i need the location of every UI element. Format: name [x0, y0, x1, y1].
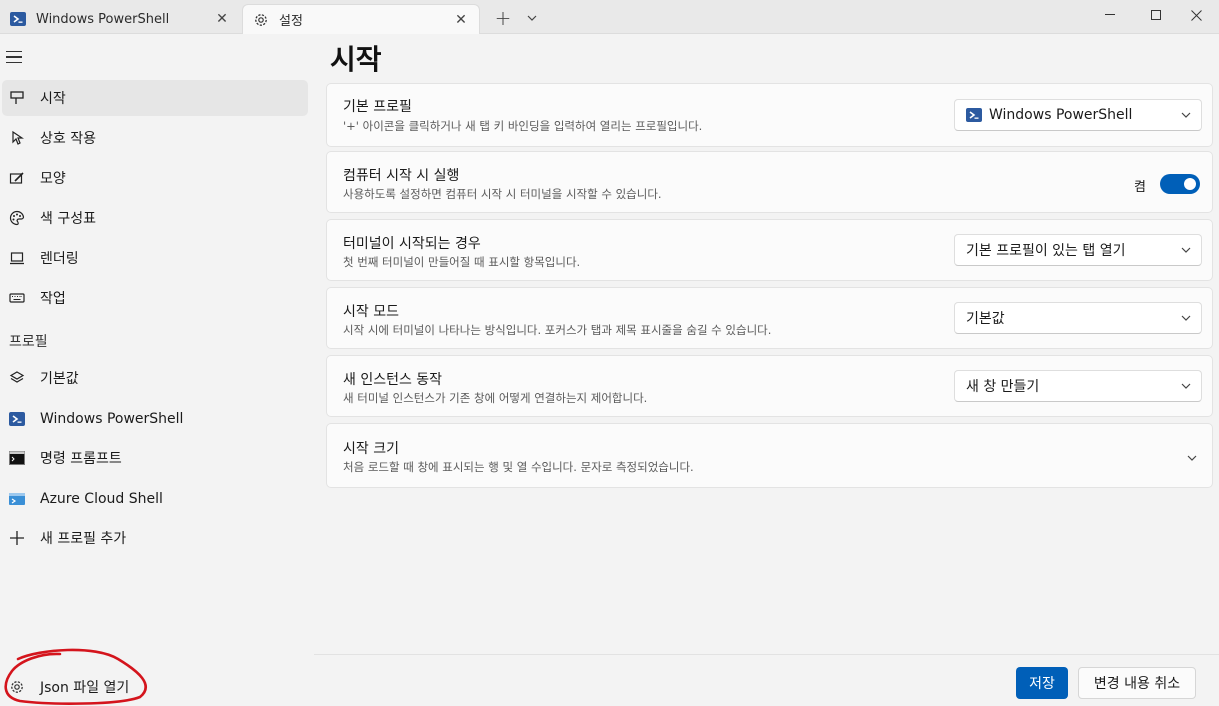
sidebar-item-appearance[interactable]: 모양 — [2, 160, 308, 196]
setting-launch-size[interactable]: 시작 크기 처음 로드할 때 창에 표시되는 행 및 열 수입니다. 문자로 측… — [326, 423, 1213, 488]
setting-title: 기본 프로필 — [343, 99, 412, 115]
setting-launch-mode: 시작 모드 시작 시에 터미널이 나타나는 방식입니다. 포커스가 탭과 제목 … — [326, 287, 1213, 349]
setting-description: 시작 시에 터미널이 나타나는 방식입니다. 포커스가 탭과 제목 표시줄을 숨… — [343, 323, 772, 337]
palette-icon — [8, 209, 26, 227]
sidebar-item-label: 색 구성표 — [40, 211, 96, 227]
tab-title: 설정 — [279, 14, 303, 29]
chevron-down-icon — [1171, 383, 1201, 389]
close-tab-icon[interactable]: ✕ — [210, 7, 234, 31]
gear-icon — [8, 678, 26, 696]
setting-title: 새 인스턴스 동작 — [343, 372, 443, 388]
setting-description: 처음 로드할 때 창에 표시되는 행 및 열 수입니다. 문자로 측정되었습니다… — [343, 460, 694, 474]
setting-description: 새 터미널 인스턴스가 기존 창에 어떻게 연결하는지 제어합니다. — [343, 391, 648, 405]
discard-changes-button[interactable]: 변경 내용 취소 — [1078, 667, 1196, 699]
dropdown-value: Windows PowerShell — [989, 107, 1133, 123]
dropdown-value: 기본 프로필이 있는 탭 열기 — [966, 243, 1126, 259]
default-profile-dropdown[interactable]: Windows PowerShell — [954, 99, 1202, 131]
close-icon[interactable] — [1173, 0, 1219, 30]
keyboard-icon — [8, 289, 26, 307]
sidebar-item-actions[interactable]: 작업 — [2, 280, 308, 316]
launch-mode-dropdown[interactable]: 기본값 — [954, 302, 1202, 334]
new-instance-dropdown[interactable]: 새 창 만들기 — [954, 370, 1202, 402]
new-tab-button[interactable]: + — [490, 6, 516, 30]
dropdown-value: 기본값 — [966, 311, 1005, 327]
close-tab-icon[interactable]: ✕ — [449, 8, 473, 32]
setting-title: 시작 모드 — [343, 304, 399, 320]
first-window-dropdown[interactable]: 기본 프로필이 있는 탭 열기 — [954, 234, 1202, 266]
gear-icon — [253, 12, 269, 28]
setting-title: 컴퓨터 시작 시 실행 — [343, 168, 460, 184]
dropdown-value: 새 창 만들기 — [966, 379, 1040, 395]
launch-on-startup-toggle[interactable] — [1160, 174, 1200, 194]
powershell-icon — [8, 410, 26, 428]
sidebar-item-windows-powershell[interactable]: Windows PowerShell — [2, 401, 308, 437]
setting-new-instance-behavior: 새 인스턴스 동작 새 터미널 인스턴스가 기존 창에 어떻게 연결하는지 제어… — [326, 355, 1213, 417]
sidebar: 시작 상호 작용 모양 색 구성표 렌더링 작업 프로필 기본값 Windows… — [0, 34, 314, 706]
sidebar-item-rendering[interactable]: 렌더링 — [2, 240, 308, 276]
sidebar-item-label: 명령 프롬프트 — [40, 451, 122, 467]
sidebar-item-label: 모양 — [40, 171, 66, 187]
profiles-header: 프로필 — [9, 334, 48, 350]
chevron-down-icon — [1171, 112, 1201, 118]
setting-description: 사용하도록 설정하면 컴퓨터 시작 시 터미널을 시작할 수 있습니다. — [343, 187, 662, 201]
menu-icon[interactable] — [6, 46, 28, 68]
sidebar-item-label: Azure Cloud Shell — [40, 491, 163, 507]
tab-title: Windows PowerShell — [36, 11, 170, 27]
pointer-icon — [8, 129, 26, 147]
sidebar-item-label: 상호 작용 — [40, 131, 96, 147]
rocket-icon — [8, 89, 26, 107]
sidebar-item-add-profile[interactable]: 새 프로필 추가 — [2, 520, 308, 556]
sidebar-item-label: 작업 — [40, 291, 66, 307]
sidebar-item-label: Windows PowerShell — [40, 411, 184, 427]
setting-launch-on-startup: 컴퓨터 시작 시 실행 사용하도록 설정하면 컴퓨터 시작 시 터미널을 시작할… — [326, 151, 1213, 213]
sidebar-item-command-prompt[interactable]: 명령 프롬프트 — [2, 440, 308, 476]
monitor-icon — [8, 249, 26, 267]
cmd-icon — [8, 449, 26, 467]
setting-default-profile: 기본 프로필 '+' 아이콘을 클릭하거나 새 탭 키 바인딩을 입력하여 열리… — [326, 83, 1213, 147]
open-json-file-link[interactable]: Json 파일 열기 — [2, 672, 308, 702]
sidebar-item-label: 기본값 — [40, 371, 79, 387]
sidebar-item-color-schemes[interactable]: 색 구성표 — [2, 200, 308, 236]
page-title: 시작 — [330, 43, 382, 76]
powershell-icon — [10, 11, 26, 27]
sidebar-item-startup[interactable]: 시작 — [2, 80, 308, 116]
setting-description: 첫 번째 터미널이 만들어질 때 표시할 항목입니다. — [343, 255, 581, 269]
setting-first-window-preference: 터미널이 시작되는 경우 첫 번째 터미널이 만들어질 때 표시할 항목입니다.… — [326, 219, 1213, 281]
chevron-down-icon — [1171, 315, 1201, 321]
chevron-down-icon[interactable] — [520, 6, 544, 30]
setting-title: 시작 크기 — [343, 441, 399, 457]
plus-icon — [8, 529, 26, 547]
tab-windows-powershell[interactable]: Windows PowerShell ✕ — [0, 4, 240, 34]
toggle-state-label: 켬 — [1134, 180, 1146, 195]
chevron-down-icon[interactable] — [1184, 450, 1200, 466]
save-button[interactable]: 저장 — [1016, 667, 1068, 699]
footer-divider — [314, 654, 1219, 655]
title-bar: Windows PowerShell ✕ 설정 ✕ + — [0, 0, 1219, 34]
sidebar-item-azure-cloud-shell[interactable]: Azure Cloud Shell — [2, 481, 308, 517]
azure-icon — [8, 490, 26, 508]
open-json-file-label: Json 파일 열기 — [40, 680, 130, 696]
chevron-down-icon — [1171, 247, 1201, 253]
layers-icon — [8, 369, 26, 387]
sidebar-item-label: 렌더링 — [40, 251, 79, 267]
paint-icon — [8, 169, 26, 187]
setting-title: 터미널이 시작되는 경우 — [343, 236, 481, 252]
setting-description: '+' 아이콘을 클릭하거나 새 탭 키 바인딩을 입력하여 열리는 프로필입니… — [343, 119, 703, 133]
sidebar-item-label: 시작 — [40, 91, 66, 107]
tab-settings[interactable]: 설정 ✕ — [242, 4, 480, 34]
sidebar-item-label: 새 프로필 추가 — [40, 531, 127, 547]
minimize-icon[interactable] — [1087, 0, 1133, 30]
sidebar-item-interaction[interactable]: 상호 작용 — [2, 120, 308, 156]
sidebar-item-defaults[interactable]: 기본값 — [2, 360, 308, 396]
